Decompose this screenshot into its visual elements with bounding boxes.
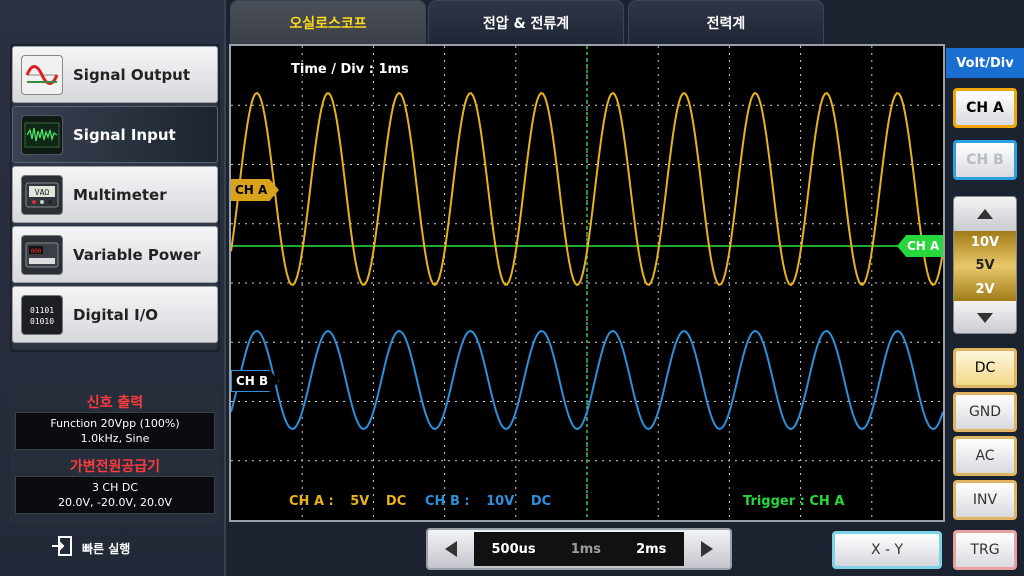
channel-b-info-scale: 10V	[486, 494, 515, 509]
signal-output-status-title: 신호 출력	[86, 395, 144, 411]
power-supply-icon: 000	[21, 234, 63, 275]
channel-b-waveform	[231, 329, 943, 431]
channel-a-marker[interactable]: CH A	[231, 179, 279, 201]
enter-icon	[50, 534, 74, 562]
tab-voltmeter-ammeter[interactable]: 전압 & 전류계	[428, 0, 624, 44]
time-div-options: 500us 1ms 2ms	[474, 532, 684, 566]
quick-run-label: 빠른 실행	[82, 541, 131, 556]
sidebar-item-label: Variable Power	[73, 245, 201, 264]
channel-b-select-button[interactable]: CH B	[953, 140, 1017, 180]
channel-a-info-label: CH A :	[289, 494, 334, 509]
channel-a-info-scale: 5V	[350, 494, 370, 509]
time-div-readout: Time / Div : 1ms	[291, 62, 409, 77]
time-option-1ms[interactable]: 1ms	[571, 542, 601, 557]
sidebar-item-signal-output[interactable]: Signal Output	[12, 46, 218, 103]
tab-label: 오실로스코프	[289, 15, 367, 32]
sidebar-item-label: Multimeter	[73, 185, 167, 204]
sine-wave-icon	[21, 54, 63, 95]
time-next-button[interactable]	[684, 530, 730, 568]
channel-a-marker-label: CH A	[235, 183, 268, 197]
channel-b-info-label: CH B :	[425, 494, 470, 509]
triangle-down-icon	[977, 313, 993, 323]
scope-display	[231, 46, 943, 520]
volt-options: 10V 5V 2V	[954, 231, 1016, 301]
volt-down-button[interactable]	[954, 301, 1016, 333]
sidebar-nav: Signal Output Signal Input VAΩ Multimete…	[10, 44, 220, 352]
sidebar-item-signal-input[interactable]: Signal Input	[12, 106, 218, 163]
oscilloscope-screen: Time / Div : 1ms CH A CH B CH A CH A : 5…	[229, 44, 945, 522]
tab-power-meter[interactable]: 전력계	[628, 0, 824, 44]
tab-label: 전압 & 전류계	[482, 15, 570, 32]
time-option-500us[interactable]: 500us	[492, 542, 536, 557]
time-div-control: 500us 1ms 2ms	[426, 528, 732, 570]
power-line2: 20.0V, -20.0V, 20.0V	[57, 496, 172, 509]
multimeter-icon: VAΩ	[21, 174, 63, 215]
trigger-level-marker-label: CH A	[907, 239, 940, 253]
tab-label: 전력계	[706, 15, 746, 32]
svg-text:01101: 01101	[30, 306, 54, 315]
volt-option-5v[interactable]: 5V	[975, 258, 994, 273]
tab-oscilloscope[interactable]: 오실로스코프	[230, 0, 426, 44]
sidebar-item-digital-io[interactable]: 01101 01010 Digital I/O	[12, 286, 218, 343]
signal-output-line2: 1.0kHz, Sine	[80, 432, 150, 445]
quick-run-button[interactable]: 빠른 실행	[50, 534, 130, 562]
status-panel: 신호 출력 Function 20Vpp (100%) 1.0kHz, Sine…	[10, 386, 220, 524]
triangle-left-icon	[445, 541, 457, 557]
coupling-dc-button[interactable]: DC	[953, 348, 1017, 388]
sidebar-item-label: Signal Output	[73, 65, 191, 84]
xy-mode-button[interactable]: X - Y	[832, 531, 942, 569]
volt-div-panel: Volt/Div CH A CH B 10V 5V 2V DC GND AC I…	[946, 44, 1024, 576]
triangle-up-icon	[977, 209, 993, 219]
sidebar-item-multimeter[interactable]: VAΩ Multimeter	[12, 166, 218, 223]
channel-a-waveform	[231, 91, 943, 287]
sidebar-item-label: Signal Input	[73, 125, 176, 144]
channel-a-info: CH A : 5V DC	[289, 494, 406, 509]
volt-option-10v[interactable]: 10V	[971, 235, 999, 250]
svg-text:000: 000	[31, 248, 42, 255]
coupling-gnd-button[interactable]: GND	[953, 392, 1017, 432]
triangle-right-icon	[701, 541, 713, 557]
channel-b-marker[interactable]: CH B	[231, 370, 279, 392]
invert-button[interactable]: INV	[953, 480, 1017, 520]
time-option-2ms[interactable]: 2ms	[636, 542, 666, 557]
svg-text:VAΩ: VAΩ	[35, 188, 50, 197]
time-prev-button[interactable]	[428, 530, 474, 568]
sidebar: Signal Output Signal Input VAΩ Multimete…	[0, 0, 226, 576]
channel-b-info: CH B : 10V DC	[425, 494, 551, 509]
volt-option-2v[interactable]: 2V	[975, 282, 994, 297]
power-status: 3 CH DC 20.0V, -20.0V, 20.0V	[15, 476, 215, 514]
power-line1: 3 CH DC	[91, 481, 139, 494]
coupling-ac-button[interactable]: AC	[953, 436, 1017, 476]
volt-div-label: Volt/Div	[946, 48, 1024, 78]
volt-div-selector: 10V 5V 2V	[953, 196, 1017, 334]
channel-b-marker-label: CH B	[236, 374, 269, 388]
trigger-level-marker[interactable]: CH A	[897, 235, 943, 257]
trigger-button[interactable]: TRG	[953, 530, 1017, 570]
binary-icon: 01101 01010	[21, 294, 63, 335]
channel-a-info-coupling: DC	[385, 494, 407, 509]
power-status-title: 가변전원공급기	[69, 459, 161, 475]
sidebar-item-label: Digital I/O	[73, 305, 158, 324]
volt-up-button[interactable]	[954, 197, 1016, 231]
trigger-info: Trigger : CH A	[743, 494, 845, 509]
svg-text:01010: 01010	[30, 317, 54, 326]
waveform-screen-icon	[21, 114, 63, 155]
signal-output-line1: Function 20Vpp (100%)	[50, 417, 180, 430]
sidebar-item-variable-power[interactable]: 000 Variable Power	[12, 226, 218, 283]
channel-a-select-button[interactable]: CH A	[953, 88, 1017, 128]
signal-output-status: Function 20Vpp (100%) 1.0kHz, Sine	[15, 412, 215, 450]
channel-b-info-coupling: DC	[530, 494, 552, 509]
